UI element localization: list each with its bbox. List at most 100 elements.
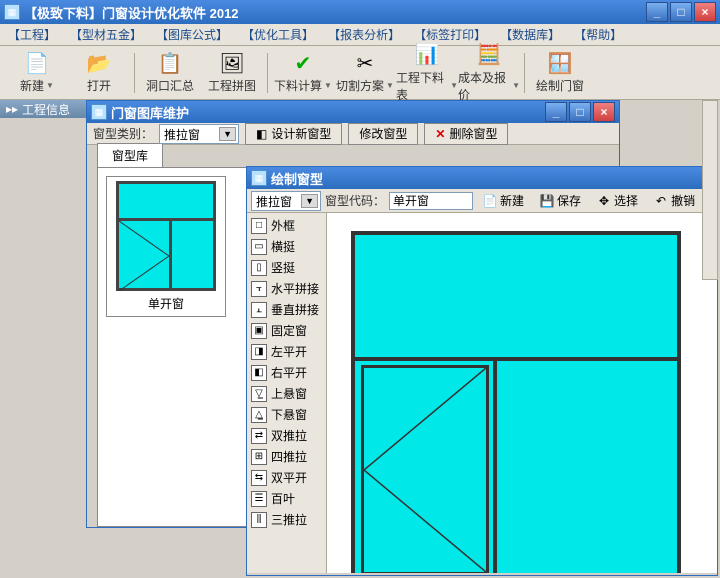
menu-help[interactable]: 【帮助】 (574, 26, 622, 43)
draw-toolbar: 推拉窗 窗型代码： 📄新建 💾保存 ✥选择 ↶撤销 (247, 189, 717, 213)
delete-button[interactable]: ✕删除窗型 (424, 123, 508, 145)
tool-icon: ⫠ (251, 302, 267, 318)
draw-body: □外框▭横挺▯竖挺⫟水平拼接⫠垂直拼接▣固定窗◨左平开◧右平开▽̲上悬窗△̲下悬… (247, 213, 717, 573)
scrollbar-v[interactable] (702, 100, 718, 280)
tool-固定窗[interactable]: ▣固定窗 (249, 320, 324, 341)
toolbar-label: 成本及报价 (458, 69, 510, 103)
select-button[interactable]: ✥选择 (591, 190, 644, 211)
tool-icon: □ (251, 218, 267, 234)
menu-database[interactable]: 【数据库】 (500, 26, 560, 43)
left-pane-header: ▸▸ 工程信息 (0, 100, 86, 118)
tool-label: 上悬窗 (271, 385, 307, 402)
menu-report[interactable]: 【报表分析】 (328, 26, 400, 43)
draw-canvas[interactable] (327, 213, 717, 573)
type-label: 窗型类别： (93, 125, 153, 142)
toolbar-icon: ✔ (291, 51, 315, 75)
tool-双平开[interactable]: ⇆双平开 (249, 467, 324, 488)
toolbar-成本及报价[interactable]: 🧮成本及报价▼ (458, 49, 520, 97)
tool-label: 右平开 (271, 364, 307, 381)
toolbar-工程拼图[interactable]: 🖼工程拼图 (201, 49, 263, 97)
menu-material[interactable]: 【型材五金】 (70, 26, 142, 43)
toolbar-绘制门窗[interactable]: 🪟绘制门窗 (529, 49, 591, 97)
toolbar-工程下料表[interactable]: 📊工程下料表▼ (396, 49, 458, 97)
tool-label: 双推拉 (271, 427, 307, 444)
tool-label: 垂直拼接 (271, 301, 319, 318)
tool-icon: ⇆ (251, 470, 267, 486)
tool-icon: ⊞ (251, 449, 267, 465)
toolbar-icon: 📄 (25, 51, 49, 75)
menu-optimize[interactable]: 【优化工具】 (242, 26, 314, 43)
menu-library[interactable]: 【图库公式】 (156, 26, 228, 43)
toolbar-洞口汇总[interactable]: 📋洞口汇总 (139, 49, 201, 97)
tool-双推拉[interactable]: ⇄双推拉 (249, 425, 324, 446)
library-icon: ▦ (91, 104, 107, 120)
tool-label: 左平开 (271, 343, 307, 360)
tool-横挺[interactable]: ▭横挺 (249, 236, 324, 257)
tool-右平开[interactable]: ◧右平开 (249, 362, 324, 383)
design-new-button[interactable]: ◧设计新窗型 (245, 123, 342, 145)
code-input[interactable] (389, 192, 473, 210)
toolbar-切割方案[interactable]: ✂切割方案▼ (334, 49, 396, 97)
draw-titlebar[interactable]: ▦ 绘制窗型 (247, 167, 717, 189)
tool-icon: ▣ (251, 323, 267, 339)
tool-下悬窗[interactable]: △̲下悬窗 (249, 404, 324, 425)
toolbar-label: 切割方案 (336, 77, 384, 94)
new-icon: 📄 (483, 194, 497, 208)
library-tabs: 窗型库 (87, 145, 619, 167)
thumbnail-preview (116, 181, 216, 291)
menu-label[interactable]: 【标签打印】 (414, 26, 486, 43)
tool-百叶[interactable]: ☰百叶 (249, 488, 324, 509)
collapse-icon[interactable]: ▸▸ (6, 102, 18, 116)
tool-icon: ⫟ (251, 281, 267, 297)
draw-type-select[interactable]: 推拉窗 (251, 191, 321, 211)
toolbar-icon: 📊 (415, 43, 439, 67)
toolbar-icon: 📂 (87, 51, 111, 75)
tool-label: 百叶 (271, 490, 295, 507)
window-drawing[interactable] (351, 231, 681, 573)
type-select[interactable]: 推拉窗 (159, 124, 239, 144)
dropdown-icon: ▼ (324, 81, 332, 90)
toolbar-label: 下料计算 (274, 77, 322, 94)
tool-label: 双平开 (271, 469, 307, 486)
minimize-button[interactable]: _ (646, 2, 668, 22)
lib-minimize-button[interactable]: _ (545, 102, 567, 122)
toolbar-label: 打开 (87, 77, 111, 94)
tool-外框[interactable]: □外框 (249, 215, 324, 236)
menu-project[interactable]: 【工程】 (8, 26, 56, 43)
toolbar-下料计算[interactable]: ✔ 下料计算▼ (272, 49, 334, 97)
select-icon: ✥ (597, 194, 611, 208)
new-button[interactable]: 📄新建 (477, 190, 530, 211)
toolbar-label: 洞口汇总 (146, 77, 194, 94)
tool-上悬窗[interactable]: ▽̲上悬窗 (249, 383, 324, 404)
close-button[interactable]: × (694, 2, 716, 22)
app-icon: ▦ (4, 4, 20, 20)
save-button[interactable]: 💾保存 (534, 190, 587, 211)
toolbar-打开[interactable]: 📂 打开 (68, 49, 130, 97)
delete-icon: ✕ (435, 127, 445, 141)
tool-水平拼接[interactable]: ⫟水平拼接 (249, 278, 324, 299)
tool-palette: □外框▭横挺▯竖挺⫟水平拼接⫠垂直拼接▣固定窗◨左平开◧右平开▽̲上悬窗△̲下悬… (247, 213, 327, 573)
library-titlebar[interactable]: ▦ 门窗图库维护 _ □ × (87, 101, 619, 123)
thumbnail-label: 单开窗 (148, 295, 184, 312)
menubar: 【工程】 【型材五金】 【图库公式】 【优化工具】 【报表分析】 【标签打印】 … (0, 24, 720, 46)
left-pane-title: 工程信息 (22, 101, 70, 118)
tab-library[interactable]: 窗型库 (97, 143, 163, 167)
toolbar-icon: 🖼 (220, 51, 244, 75)
lib-close-button[interactable]: × (593, 102, 615, 122)
dropdown-icon: ▼ (46, 81, 54, 90)
undo-button[interactable]: ↶撤销 (648, 190, 701, 211)
modify-button[interactable]: 修改窗型 (348, 123, 418, 145)
library-title: 门窗图库维护 (111, 103, 545, 122)
tool-三推拉[interactable]: ⫼三推拉 (249, 509, 324, 530)
tool-左平开[interactable]: ◨左平开 (249, 341, 324, 362)
maximize-button[interactable]: □ (670, 2, 692, 22)
lib-maximize-button[interactable]: □ (569, 102, 591, 122)
draw-title: 绘制窗型 (271, 169, 713, 188)
tool-垂直拼接[interactable]: ⫠垂直拼接 (249, 299, 324, 320)
tool-四推拉[interactable]: ⊞四推拉 (249, 446, 324, 467)
tool-竖挺[interactable]: ▯竖挺 (249, 257, 324, 278)
window-thumbnail[interactable]: 单开窗 (106, 176, 226, 317)
toolbar-新建[interactable]: 📄新建▼ (6, 49, 68, 97)
toolbar-label: 绘制门窗 (536, 77, 584, 94)
library-toolbar: 窗型类别： 推拉窗 ◧设计新窗型 修改窗型 ✕删除窗型 (87, 123, 619, 145)
